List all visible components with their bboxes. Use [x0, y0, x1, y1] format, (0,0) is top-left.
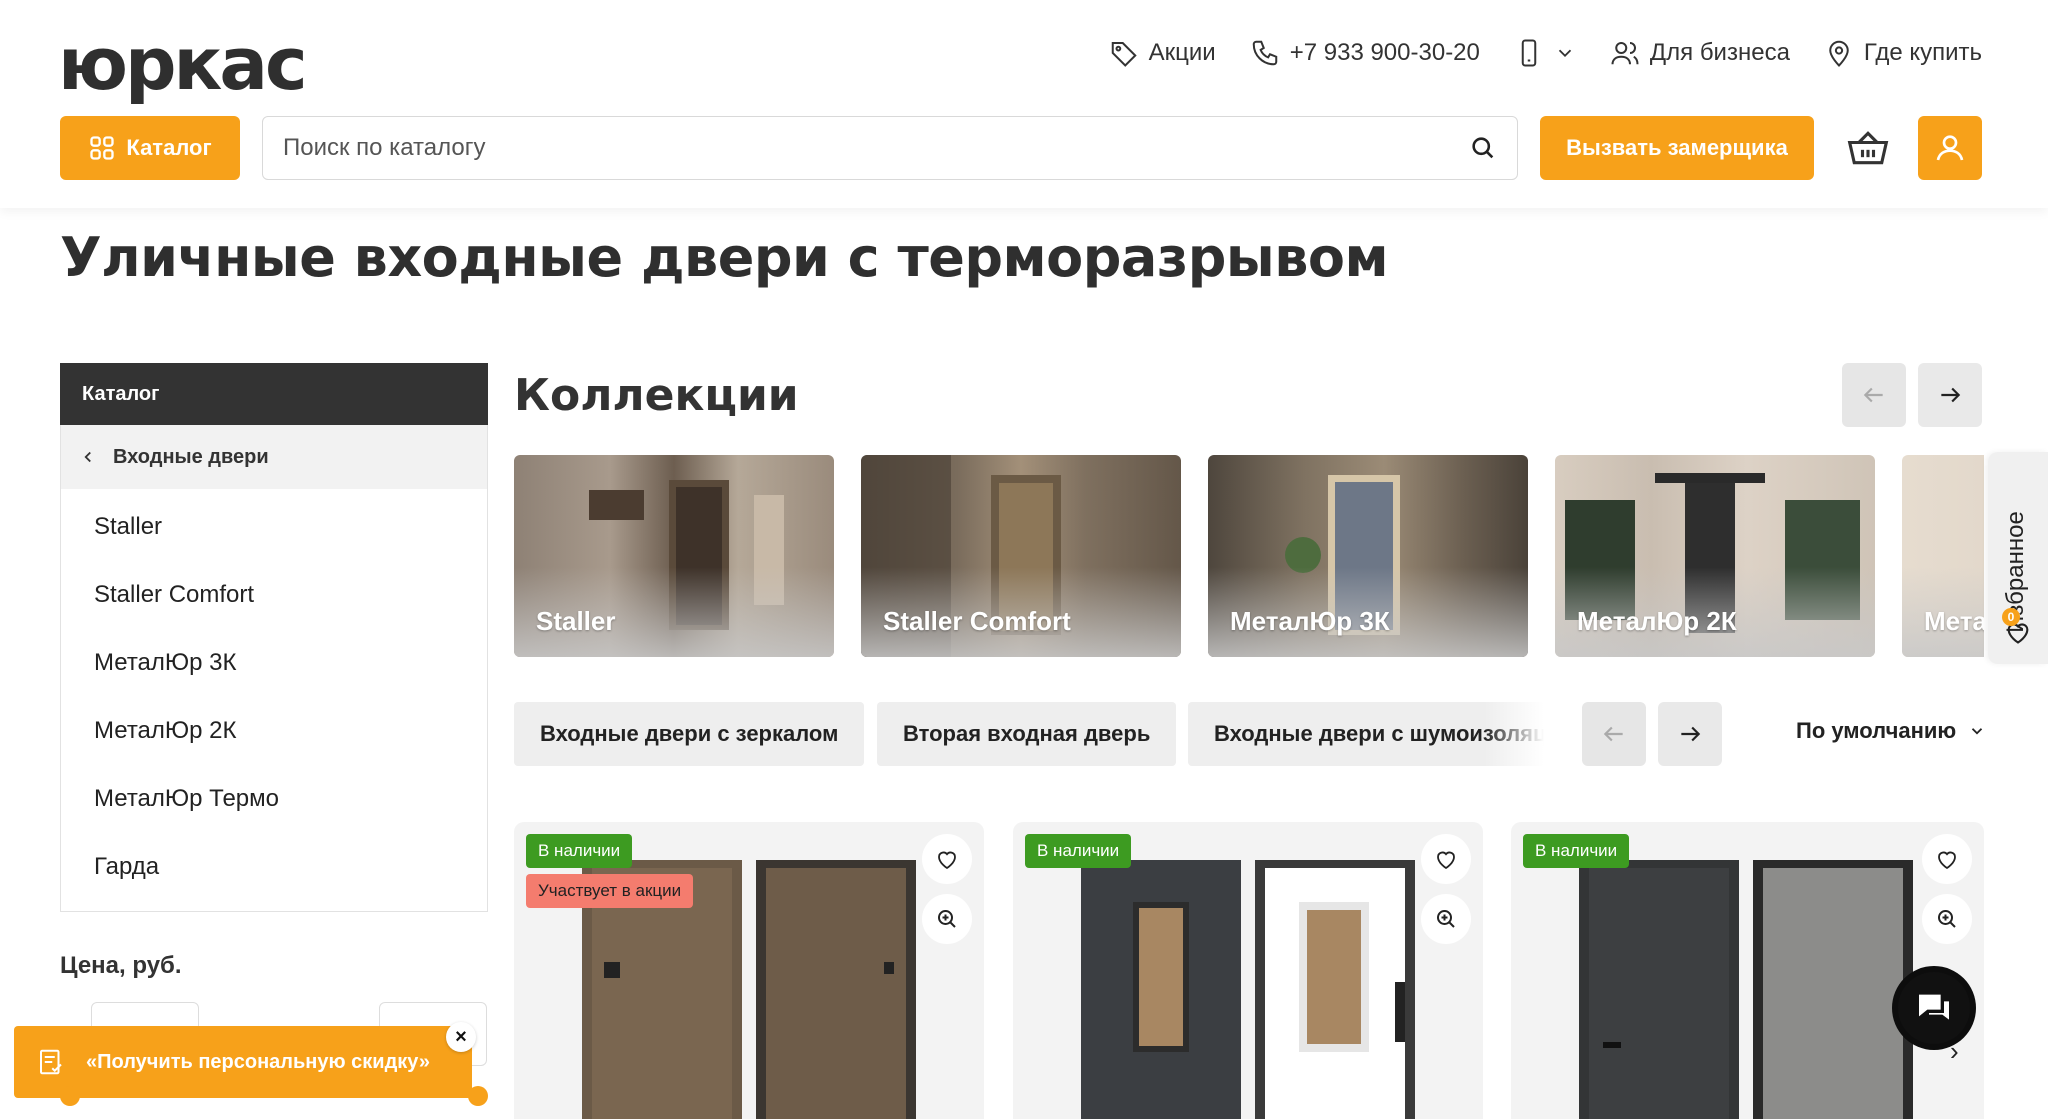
quick-view-button[interactable]: [1421, 894, 1471, 944]
site-header: юркас Акции +7 933 900-30-20 Для бизнеса…: [0, 0, 2048, 208]
quick-view-button[interactable]: [1922, 894, 1972, 944]
messenger-dropdown[interactable]: [1514, 38, 1576, 68]
add-to-favorites-button[interactable]: [922, 834, 972, 884]
tag-filters: Входные двери с зеркалом Вторая входная …: [514, 702, 1544, 766]
sidebar-back-label: Входные двери: [113, 445, 269, 468]
heart-icon: [1437, 851, 1455, 870]
chat-button[interactable]: [1892, 966, 1976, 1050]
catalog-button[interactable]: Каталог: [60, 116, 240, 180]
sidebar-back-item[interactable]: Входные двери: [60, 425, 488, 489]
decorative-dot: [60, 1086, 80, 1106]
close-icon[interactable]: ×: [446, 1022, 476, 1052]
arrow-right-icon: [1941, 387, 1961, 403]
chevron-down-icon: [1972, 728, 1983, 735]
mobile-icon: [1521, 39, 1537, 67]
business-link[interactable]: Для бизнеса: [1610, 38, 1790, 68]
search-icon[interactable]: [1469, 134, 1497, 162]
tags-fade: [1484, 702, 1544, 766]
user-icon: [1936, 135, 1964, 161]
chevron-right-icon[interactable]: ›: [1950, 1036, 1959, 1067]
collection-label: Staller Comfort: [883, 606, 1071, 636]
tags-prev-button[interactable]: [1582, 702, 1646, 766]
phone-icon: [1252, 40, 1277, 66]
tag-icon: [1111, 42, 1137, 67]
add-to-favorites-button[interactable]: [1922, 834, 1972, 884]
collection-label: МеталЮр 3К: [1230, 606, 1390, 636]
search-input[interactable]: [283, 134, 1469, 162]
phone-number: +7 933 900-30-20: [1289, 39, 1480, 66]
catalog-sidebar: Каталог Входные двери Staller Staller Co…: [60, 363, 488, 912]
collection-card-partial[interactable]: Мета: [1902, 455, 1984, 657]
promo-link[interactable]: Акции: [1109, 38, 1216, 68]
arrow-left-icon: [1603, 726, 1623, 742]
collection-label: Staller: [536, 606, 616, 636]
sidebar-list: Staller Staller Comfort МеталЮр 3К Метал…: [60, 489, 488, 912]
sidebar-item-metalyur-3k[interactable]: МеталЮр 3К: [61, 629, 487, 697]
business-link-label: Для бизнеса: [1649, 39, 1790, 66]
collections-title: Коллекции: [514, 370, 799, 421]
page-title: Уличные входные двери с терморазрывом: [60, 226, 1389, 289]
quick-view-button[interactable]: [922, 894, 972, 944]
collection-card-metalyur-2k[interactable]: МеталЮр 2К: [1555, 455, 1875, 657]
add-to-favorites-button[interactable]: [1421, 834, 1471, 884]
chat-icon: [1919, 994, 1949, 1020]
promo-badge: Участвует в акции: [526, 874, 694, 908]
collections-next-button[interactable]: [1918, 363, 1982, 427]
price-filter-label: Цена, руб.: [60, 952, 182, 979]
sort-label: По умолчанию: [1796, 718, 1957, 743]
search-bar: [262, 116, 1518, 180]
top-navigation: Акции +7 933 900-30-20 Для бизнеса Где к…: [1109, 38, 1982, 68]
favorites-side-tab[interactable]: Избранное 0: [1988, 452, 2048, 664]
grid-icon: [90, 136, 115, 160]
sidebar-header: Каталог: [60, 363, 488, 425]
decorative-dot: [468, 1086, 488, 1106]
phone-link[interactable]: +7 933 900-30-20: [1250, 38, 1480, 68]
collection-card-staller[interactable]: Staller: [514, 455, 834, 657]
chevron-down-icon: [1558, 49, 1572, 58]
collection-card-staller-comfort[interactable]: Staller Comfort: [861, 455, 1181, 657]
zoom-in-icon: [938, 910, 956, 928]
users-icon: [1611, 42, 1639, 65]
arrow-right-icon: [1681, 726, 1701, 742]
arrow-left-icon: [1863, 387, 1883, 403]
personal-discount-label: «Получить персональную скидку»: [86, 1050, 431, 1073]
site-logo[interactable]: юркас: [58, 28, 308, 100]
heart-icon: [1938, 851, 1956, 870]
sidebar-item-garda[interactable]: Гарда: [61, 833, 487, 901]
tag-mirror-doors[interactable]: Входные двери с зеркалом: [514, 702, 865, 766]
location-pin-icon: [1829, 40, 1849, 67]
zoom-in-icon: [1437, 910, 1455, 928]
collections-prev-button[interactable]: [1842, 363, 1906, 427]
heart-icon: [938, 851, 956, 870]
in-stock-badge: В наличии: [526, 834, 633, 868]
sort-dropdown[interactable]: По умолчанию: [1796, 718, 1986, 744]
call-measurer-button[interactable]: Вызвать замерщика: [1540, 116, 1814, 180]
personal-discount-banner[interactable]: «Получить персональную скидку»: [14, 1026, 472, 1098]
collection-label: Мета: [1924, 606, 1984, 636]
where-to-buy-label: Где купить: [1863, 39, 1982, 66]
profile-button[interactable]: [1918, 116, 1982, 180]
collection-card-metalyur-3k[interactable]: МеталЮр 3К: [1208, 455, 1528, 657]
zoom-in-icon: [1938, 910, 1956, 928]
in-stock-badge: В наличии: [1025, 834, 1132, 868]
tag-second-door[interactable]: Вторая входная дверь: [877, 702, 1177, 766]
product-card[interactable]: В наличии Участвует в акции: [514, 822, 984, 1119]
tags-next-button[interactable]: [1658, 702, 1722, 766]
in-stock-badge: В наличии: [1523, 834, 1630, 868]
sidebar-item-metalyur-termo[interactable]: МеталЮр Термо: [61, 765, 487, 833]
catalog-button-label: Каталог: [126, 135, 212, 160]
collections-carousel: Staller Staller Comfort МеталЮр 3К Метал…: [514, 455, 1984, 657]
where-to-buy-link[interactable]: Где купить: [1824, 38, 1982, 68]
cart-icon[interactable]: [1846, 126, 1890, 170]
form-icon: [40, 1049, 62, 1075]
promo-link-label: Акции: [1148, 39, 1216, 66]
sidebar-item-metalyur-2k[interactable]: МеталЮр 2К: [61, 697, 487, 765]
product-card[interactable]: В наличии: [1013, 822, 1483, 1119]
collection-label: МеталЮр 2К: [1577, 606, 1737, 636]
chevron-left-icon: [84, 451, 91, 463]
sidebar-item-staller[interactable]: Staller: [61, 493, 487, 561]
favorites-count-badge: 0: [2002, 608, 2020, 626]
sidebar-item-staller-comfort[interactable]: Staller Comfort: [61, 561, 487, 629]
